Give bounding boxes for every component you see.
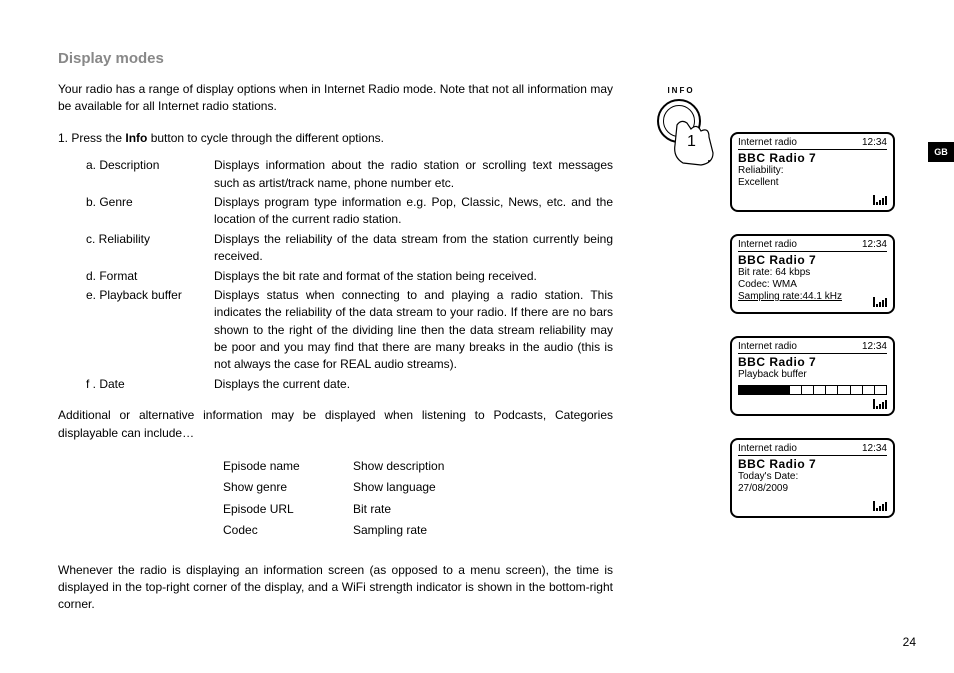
screen-format: Internet radio 12:34 BBC Radio 7 Bit rat… — [730, 234, 895, 314]
opt-desc: Displays information about the radio sta… — [214, 157, 613, 192]
option-row: d. FormatDisplays the bit rate and forma… — [86, 268, 613, 285]
screen-time: 12:34 — [862, 443, 887, 454]
wifi-icon — [873, 297, 887, 309]
wifi-icon — [873, 501, 887, 513]
language-tab-gb: GB — [928, 142, 954, 162]
screen-mode: Internet radio — [738, 341, 797, 352]
opt-label: d. Format — [86, 268, 214, 285]
screen-mode: Internet radio — [738, 239, 797, 250]
page-heading: Display modes — [58, 50, 924, 67]
display-screens: Internet radio 12:34 BBC Radio 7 Reliabi… — [730, 132, 895, 540]
screen-line: 27/08/2009 — [738, 483, 887, 495]
podcast-cell: Show description — [353, 456, 483, 477]
option-row: b. GenreDisplays program type informatio… — [86, 194, 613, 229]
screen-time: 12:34 — [862, 239, 887, 250]
screen-station: BBC Radio 7 — [738, 253, 887, 267]
additional-text: Additional or alternative information ma… — [58, 407, 613, 442]
opt-label: a. Description — [86, 157, 214, 192]
page-number: 24 — [903, 635, 916, 649]
screen-time: 12:34 — [862, 341, 887, 352]
wifi-icon — [873, 399, 887, 411]
screen-time: 12:34 — [862, 137, 887, 148]
opt-desc: Displays status when connecting to and p… — [214, 287, 613, 374]
option-row: c. ReliabilityDisplays the reliability o… — [86, 231, 613, 266]
screen-station: BBC Radio 7 — [738, 151, 887, 165]
podcast-cell: Show language — [353, 477, 483, 498]
podcast-grid: Episode nameShow description Show genreS… — [223, 456, 613, 542]
info-button-graphic: 1 — [643, 99, 723, 173]
option-row: e. Playback bufferDisplays status when c… — [86, 287, 613, 374]
screen-station: BBC Radio 7 — [738, 355, 887, 369]
opt-label: f . Date — [86, 376, 214, 393]
podcast-cell: Episode name — [223, 456, 353, 477]
intro-text: Your radio has a range of display option… — [58, 81, 613, 116]
screen-buffer: Internet radio 12:34 BBC Radio 7 Playbac… — [730, 336, 895, 416]
opt-desc: Displays the reliability of the data str… — [214, 231, 613, 266]
wifi-icon — [873, 195, 887, 207]
podcast-cell: Show genre — [223, 477, 353, 498]
opt-desc: Displays program type information e.g. P… — [214, 194, 613, 229]
content-column: Your radio has a range of display option… — [58, 81, 613, 614]
podcast-cell: Codec — [223, 520, 353, 541]
screen-date: Internet radio 12:34 BBC Radio 7 Today's… — [730, 438, 895, 518]
screen-line: Reliability: — [738, 165, 887, 177]
opt-label: c. Reliability — [86, 231, 214, 266]
step1-suffix: button to cycle through the different op… — [147, 131, 384, 145]
opt-label: b. Genre — [86, 194, 214, 229]
screen-reliability: Internet radio 12:34 BBC Radio 7 Reliabi… — [730, 132, 895, 212]
options-list: a. DescriptionDisplays information about… — [86, 157, 613, 393]
screen-line: Sampling rate:44.1 kHz — [738, 291, 887, 303]
closing-text: Whenever the radio is displaying an info… — [58, 562, 613, 614]
podcast-cell: Sampling rate — [353, 520, 483, 541]
screen-line: Excellent — [738, 177, 887, 189]
podcast-cell: Episode URL — [223, 499, 353, 520]
option-row: f . DateDisplays the current date. — [86, 376, 613, 393]
buffer-bar-icon — [738, 385, 887, 395]
screen-line: Bit rate: 64 kbps — [738, 267, 887, 279]
screen-line: Today's Date: — [738, 471, 887, 483]
opt-label: e. Playback buffer — [86, 287, 214, 374]
screen-station: BBC Radio 7 — [738, 457, 887, 471]
info-bold: Info — [125, 131, 147, 145]
info-button-label: INFO — [651, 86, 711, 95]
screen-mode: Internet radio — [738, 443, 797, 454]
option-row: a. DescriptionDisplays information about… — [86, 157, 613, 192]
screen-line: Playback buffer — [738, 369, 887, 381]
step-number: 1 — [687, 133, 696, 151]
podcast-cell: Bit rate — [353, 499, 483, 520]
screen-line: Codec: WMA — [738, 279, 887, 291]
step-1: 1. Press the Info button to cycle throug… — [58, 130, 613, 147]
screen-mode: Internet radio — [738, 137, 797, 148]
step1-prefix: 1. Press the — [58, 131, 125, 145]
opt-desc: Displays the current date. — [214, 376, 613, 393]
opt-desc: Displays the bit rate and format of the … — [214, 268, 613, 285]
